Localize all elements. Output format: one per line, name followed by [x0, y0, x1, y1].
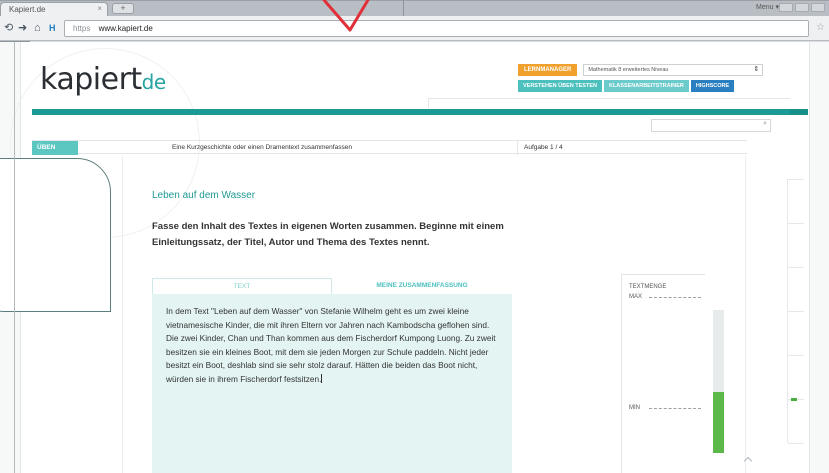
nav-klassenarbeitstrainer[interactable]: KLASSENARBEITSTRAINER [603, 80, 689, 92]
address-bar[interactable]: https www.kapiert.de [64, 20, 809, 37]
right-edge-ticks [787, 179, 807, 444]
meter-min-line [649, 408, 701, 409]
browser-toolbar: ⟲ ➜ ⌂ H https www.kapiert.de ☆ [0, 16, 829, 41]
lernmanager-bar: LERNMANAGER Mathematik 8 erweitertes Niv… [518, 64, 764, 76]
progress-marker [791, 398, 797, 401]
section-tab-ueben[interactable]: ÜBEN [32, 141, 78, 155]
tab-close-icon[interactable]: × [97, 4, 102, 13]
browser-tabbar: Kapiert.de × + Menu ▾ [0, 0, 829, 16]
frame-left-notch [0, 41, 30, 42]
task-header: ÜBEN Eine Kurzgeschichte oder einen Dram… [32, 140, 747, 155]
browser-menu-button[interactable]: Menu ▾ [756, 3, 779, 11]
frame-left-line [14, 42, 15, 473]
summary-textarea[interactable]: In dem Text "Leben auf dem Wasser" von S… [152, 294, 512, 473]
window-controls [779, 3, 825, 12]
main-nav: VERSTEHEN ÜBEN TESTEN KLASSENARBEITSTRAI… [518, 80, 735, 92]
column-divider-right [745, 156, 746, 473]
logo-suffix: de [141, 70, 167, 94]
red-checkmark-icon [322, 0, 370, 32]
frame-top-notch [403, 0, 404, 16]
text-amount-meter: TEXTMENGE MAX MIN [621, 274, 705, 473]
chevron-updown-icon: ⇕ [753, 66, 760, 73]
meter-track [713, 310, 724, 453]
url-scheme: https [73, 24, 91, 33]
browser-tab[interactable]: Kapiert.de × [0, 2, 108, 16]
meter-min-label: MIN [629, 405, 640, 411]
header-band [32, 109, 808, 115]
meter-max-line [649, 297, 701, 298]
back-arrow-icon[interactable]: ⟲ [4, 21, 13, 35]
column-divider-left [122, 156, 123, 473]
site-logo[interactable]: kapiertde [40, 62, 166, 97]
tab-text[interactable]: TEXT [152, 278, 332, 294]
site-favicon-icon: H [49, 23, 56, 33]
text-cursor [321, 373, 323, 383]
summary-text: In dem Text "Leben auf dem Wasser" von S… [166, 306, 496, 384]
task-counter: Aufgabe 1 / 4 [524, 144, 563, 151]
frame-top-line [0, 0, 829, 1]
exercise-instruction: Fasse den Inhalt des Textes in eigenen W… [152, 221, 504, 248]
speech-bubble-overlay [0, 158, 111, 312]
maximize-button[interactable] [795, 3, 809, 12]
lernmanager-badge[interactable]: LERNMANAGER [518, 64, 578, 76]
task-title: Eine Kurzgeschichte oder einen Dramentex… [172, 144, 352, 151]
star-icon[interactable]: ☆ [816, 22, 825, 33]
sub-nav-bar [428, 98, 790, 108]
magnifier-icon[interactable]: ⌕ [763, 120, 767, 128]
minimize-button[interactable] [779, 3, 793, 12]
logo-main: kapiert [40, 62, 142, 97]
meter-fill [713, 391, 724, 453]
meter-max-label: MAX [629, 294, 643, 300]
tab-my-summary[interactable]: MEINE ZUSAMMENFASSUNG [332, 278, 512, 294]
nav-verstehen-ueben-testen[interactable]: VERSTEHEN ÜBEN TESTEN [518, 80, 602, 92]
meter-title: TEXTMENGE [629, 284, 667, 290]
close-window-button[interactable] [811, 3, 825, 12]
forward-arrow-icon[interactable]: ➜ [18, 21, 27, 35]
url-text: www.kapiert.de [98, 24, 153, 33]
web-page: kapiertde LERNMANAGER Mathematik 8 erwei… [0, 42, 829, 473]
tab-title: Kapiert.de [9, 5, 46, 14]
nav-highscore[interactable]: HIGHSCORE [690, 80, 735, 92]
search-input[interactable]: ⌕ [651, 119, 771, 132]
lernmanager-select[interactable]: Mathematik 8 erweitertes Niveau ⇕ [583, 64, 764, 76]
home-icon[interactable]: ⌂ [34, 21, 41, 35]
lernmanager-select-value: Mathematik 8 erweitertes Niveau [588, 67, 669, 73]
exercise-heading: Leben auf dem Wasser [152, 190, 256, 201]
exercise-tabs: TEXT MEINE ZUSAMMENFASSUNG [152, 278, 512, 294]
new-tab-button[interactable]: + [112, 3, 134, 14]
header-divider [517, 141, 518, 155]
